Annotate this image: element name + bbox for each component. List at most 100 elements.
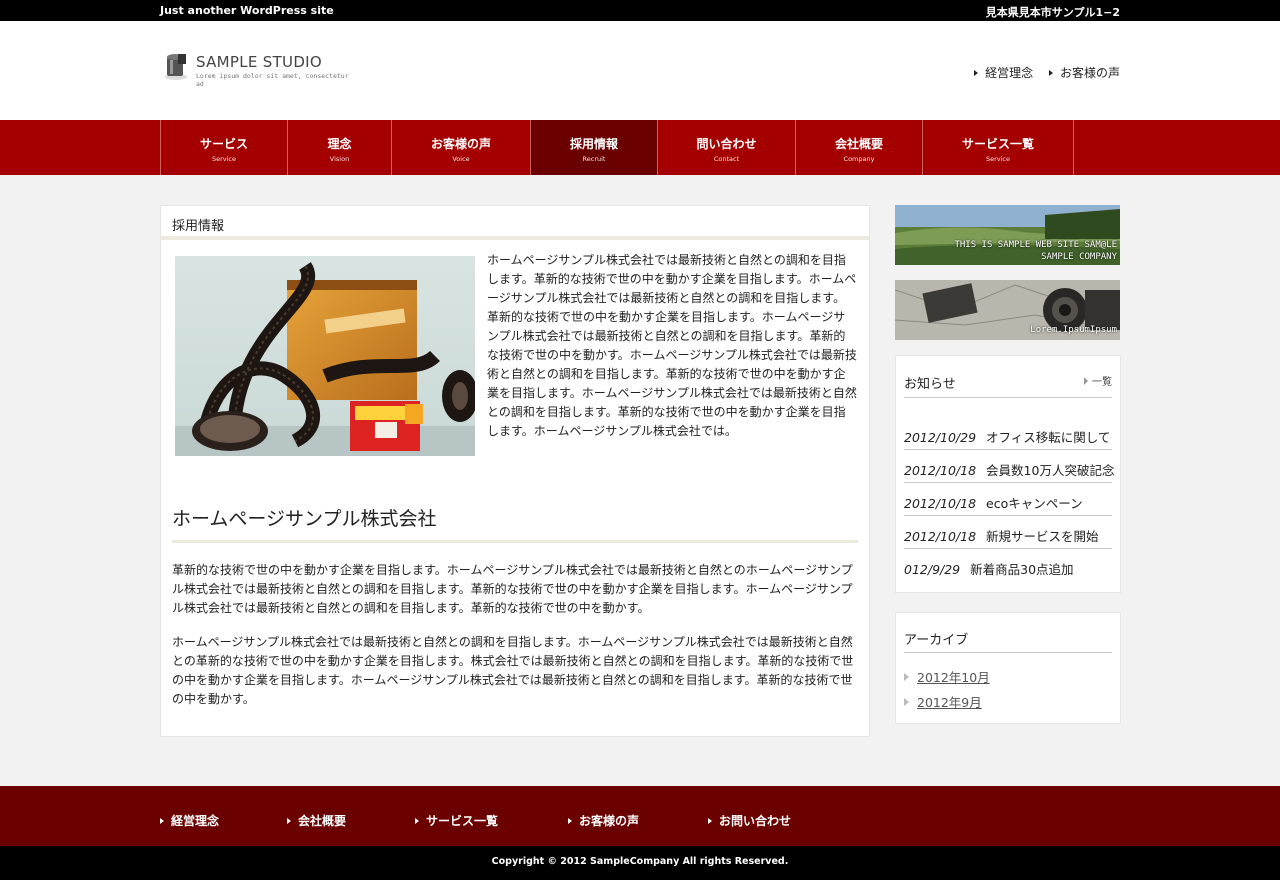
body-paragraph-1: 革新的な技術で世の中を動かす企業を目指します。ホームページサンプル株式会社では最… — [172, 563, 853, 615]
top-bar: Just another WordPress site 見本県見本市サンプル1−… — [0, 0, 1280, 21]
nav-sublabel: Service — [985, 155, 1011, 163]
header-links: 経営理念 お客様の声 — [962, 64, 1120, 81]
news-item[interactable]: 2012/10/18 ecoキャンペーン — [904, 483, 1112, 516]
news-text: オフィス移転に関して — [986, 430, 1111, 445]
footer-link-voice[interactable]: お客様の声 — [568, 812, 639, 829]
news-item[interactable]: 2012/10/29 オフィス移転に関して — [904, 417, 1112, 450]
archive-label: 2012年10月 — [917, 670, 990, 685]
header-link-label: お客様の声 — [1059, 66, 1120, 80]
archive-title: アーカイブ — [904, 633, 969, 648]
page-title-bar: 採用情報 — [161, 206, 869, 240]
archive-label: 2012年9月 — [917, 695, 982, 710]
main-nav: サービス Service 理念 Vision お客様の声 Voice 採用情報 … — [0, 120, 1280, 175]
logo-title: SAMPLE STUDIO — [196, 53, 322, 71]
nav-sublabel: Vision — [329, 155, 350, 163]
divider — [904, 397, 1112, 398]
nav-item-contact[interactable]: 問い合わせ Contact — [658, 120, 796, 175]
footer-link-service-list[interactable]: サービス一覧 — [415, 812, 498, 829]
archive-item[interactable]: 2012年9月 — [904, 692, 982, 711]
footer-link-label: お問い合わせ — [719, 814, 792, 828]
news-date: 2012/10/18 — [904, 496, 977, 511]
film-reels-image — [175, 256, 475, 456]
company-heading-block: ホームページサンプル株式会社 — [172, 504, 858, 543]
site-logo[interactable]: SAMPLE STUDIO Lorem ipsum dolor sit amet… — [160, 49, 360, 89]
footer-link-philosophy[interactable]: 経営理念 — [160, 812, 219, 829]
nav-item-voice[interactable]: お客様の声 Voice — [392, 120, 531, 175]
triangle-right-icon — [708, 818, 712, 824]
news-item[interactable]: 012/9/29 新着商品30点追加 — [904, 549, 1112, 582]
banner1-line1: THIS IS SAMPLE WEB SITE SAM@LE — [954, 240, 1117, 250]
nav-item-vision[interactable]: 理念 Vision — [288, 120, 392, 175]
footer-link-label: 経営理念 — [171, 814, 220, 828]
nav-label: サービス一覧 — [961, 137, 1034, 151]
triangle-right-icon — [904, 673, 909, 681]
nav-item-service[interactable]: サービス Service — [161, 120, 288, 175]
banner1-text: THIS IS SAMPLE WEB SITE SAM@LE SAMPLE CO… — [954, 239, 1117, 263]
body-paragraph-2: ホームページサンプル株式会社では最新技術と自然との調和を目指します。ホームページ… — [172, 635, 854, 706]
logo-subtitle: Lorem ipsum dolor sit amet, consectetur … — [196, 72, 349, 88]
archive-widget: アーカイブ 2012年10月 2012年9月 — [895, 612, 1121, 724]
nav-label: 理念 — [327, 137, 352, 151]
nav-label: サービス — [199, 137, 248, 151]
news-text: 会員数10万人突破記念 — [986, 463, 1115, 478]
company-heading: ホームページサンプル株式会社 — [172, 508, 437, 530]
triangle-right-icon — [568, 818, 572, 824]
news-text: ecoキャンペーン — [986, 496, 1083, 511]
nav-item-recruit[interactable]: 採用情報 Recruit — [531, 120, 658, 175]
footer-link-label: お客様の声 — [579, 814, 640, 828]
footer-link-contact[interactable]: お問い合わせ — [708, 812, 791, 829]
copyright: Copyright © 2012 SampleCompany All right… — [491, 856, 789, 867]
triangle-right-icon — [287, 818, 291, 824]
divider — [904, 652, 1112, 653]
site-address: 見本県見本市サンプル1−2 — [985, 6, 1120, 19]
news-more-label: 一覧 — [1092, 377, 1112, 388]
footer-link-company[interactable]: 会社概要 — [287, 812, 346, 829]
nav-item-service-list[interactable]: サービス一覧 Service — [923, 120, 1074, 175]
news-date: 012/9/29 — [904, 562, 961, 577]
nav-sublabel: Recruit — [582, 155, 606, 163]
page-title: 採用情報 — [172, 219, 225, 234]
nav-item-company[interactable]: 会社概要 Company — [796, 120, 923, 175]
archive-item[interactable]: 2012年10月 — [904, 667, 990, 686]
triangle-right-icon — [974, 70, 979, 76]
header-link-voice[interactable]: お客様の声 — [1048, 66, 1120, 80]
triangle-right-icon — [160, 818, 164, 824]
news-date: 2012/10/18 — [904, 529, 977, 544]
banner2-text: Lorem.IpsumIpsum — [1030, 325, 1117, 335]
triangle-right-icon — [415, 818, 419, 824]
triangle-right-icon — [1048, 70, 1053, 76]
header-link-label: 経営理念 — [985, 66, 1034, 80]
news-more-link[interactable]: 一覧 — [1084, 373, 1112, 388]
main-content: 採用情報 ホームページサンプル株式会社では最新技術と自然との調和を目指します。革… — [160, 205, 870, 737]
nav-sublabel: Service — [211, 155, 237, 163]
nav-label: お客様の声 — [430, 137, 491, 151]
news-date: 2012/10/29 — [904, 430, 977, 445]
header-link-philosophy[interactable]: 経営理念 — [974, 66, 1033, 80]
site-header: SAMPLE STUDIO Lorem ipsum dolor sit amet… — [0, 21, 1280, 120]
news-text: 新規サービスを開始 — [986, 529, 1099, 544]
news-text: 新着商品30点追加 — [970, 562, 1074, 577]
intro-text: ホームページサンプル株式会社では最新技術と自然との調和を目指します。革新的な技術… — [487, 253, 857, 438]
triangle-right-icon — [904, 698, 909, 706]
landscape-banner[interactable]: THIS IS SAMPLE WEB SITE SAM@LE SAMPLE CO… — [895, 205, 1120, 265]
nav-sublabel: Voice — [452, 155, 470, 163]
news-title: お知らせ — [904, 377, 956, 392]
footer-link-label: 会社概要 — [298, 814, 347, 828]
footer-nav: 経営理念 会社概要 サービス一覧 お客様の声 お問い合わせ — [0, 786, 1280, 846]
site-tagline: Just another WordPress site — [160, 4, 334, 17]
nav-label: 採用情報 — [569, 137, 618, 151]
news-widget: お知らせ 一覧 2012/10/29 オフィス移転に関して 2012/10/18 会… — [895, 355, 1121, 593]
banner1-line2: SAMPLE COMPANY — [1041, 252, 1117, 262]
footer-link-label: サービス一覧 — [426, 814, 499, 828]
nav-label: 問い合わせ — [696, 137, 757, 151]
film-can-icon — [165, 54, 187, 80]
nav-sublabel: Company — [843, 155, 875, 163]
nav-label: 会社概要 — [834, 137, 883, 151]
triangle-right-icon — [1084, 377, 1088, 385]
news-date: 2012/10/18 — [904, 463, 977, 478]
news-item[interactable]: 2012/10/18 会員数10万人突破記念 — [904, 450, 1115, 483]
news-item[interactable]: 2012/10/18 新規サービスを開始 — [904, 516, 1112, 549]
copyright-bar: Copyright © 2012 SampleCompany All right… — [0, 846, 1280, 880]
camera-banner[interactable]: Lorem.IpsumIpsum — [895, 280, 1120, 340]
nav-sublabel: Contact — [713, 155, 740, 163]
